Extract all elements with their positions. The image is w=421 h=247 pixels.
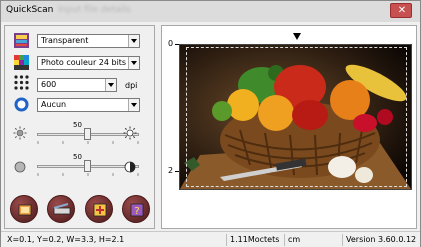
preview-scan-button[interactable] bbox=[47, 195, 75, 223]
scan-mode-icon bbox=[14, 33, 29, 48]
color-mode-icon bbox=[14, 55, 29, 70]
preview-scan-icon bbox=[53, 203, 71, 215]
close-icon: ✕ bbox=[397, 5, 407, 16]
status-size: 1.11Moctets bbox=[226, 234, 279, 246]
window-title: QuickScan bbox=[6, 5, 54, 15]
settings-icon bbox=[93, 203, 107, 217]
svg-text:?: ? bbox=[134, 206, 139, 217]
chevron-down-icon[interactable] bbox=[128, 57, 139, 69]
filter-select[interactable]: Aucun bbox=[37, 98, 140, 112]
contrast-value: 50 bbox=[73, 153, 82, 161]
scan-button-icon bbox=[18, 204, 32, 216]
dpi-select[interactable]: 600 bbox=[37, 78, 117, 92]
scan-button[interactable] bbox=[10, 195, 38, 223]
chevron-down-icon[interactable] bbox=[128, 35, 139, 47]
status-bar: X=0.1, Y=0.2, W=3.3, H=2.1 1.11Moctets c… bbox=[1, 231, 420, 247]
quickscan-window: QuickScan Input file details ✕ Transpare… bbox=[0, 0, 421, 247]
help-icon: ? bbox=[130, 203, 144, 217]
settings-button[interactable] bbox=[85, 195, 113, 223]
color-select-value: Photo couleur 24 bits bbox=[41, 58, 127, 67]
filter-icon bbox=[14, 97, 29, 112]
chevron-down-icon[interactable] bbox=[105, 79, 116, 91]
circle-empty-icon bbox=[14, 161, 26, 173]
mode-select[interactable]: Transparent bbox=[37, 34, 140, 48]
chevron-down-icon[interactable] bbox=[128, 99, 139, 111]
color-select[interactable]: Photo couleur 24 bits bbox=[37, 56, 140, 70]
sun-bright-icon bbox=[123, 126, 137, 140]
status-version: Version 3.60.0.12 bbox=[342, 234, 416, 246]
resolution-icon bbox=[14, 75, 29, 90]
close-button[interactable]: ✕ bbox=[390, 3, 412, 18]
contrast-ticks bbox=[37, 173, 139, 176]
sun-dim-icon bbox=[13, 126, 27, 140]
ruler-mark-top: 0 bbox=[168, 39, 174, 48]
contrast-slider-thumb[interactable] bbox=[84, 160, 91, 172]
mode-select-value: Transparent bbox=[41, 36, 89, 45]
dpi-select-value: 600 bbox=[41, 80, 57, 89]
filter-select-value: Aucun bbox=[41, 100, 67, 109]
brightness-slider-thumb[interactable] bbox=[84, 128, 91, 140]
selection-area[interactable] bbox=[186, 47, 407, 187]
brightness-value: 50 bbox=[73, 121, 82, 129]
contrast-icon bbox=[124, 161, 136, 173]
status-coords: X=0.1, Y=0.2, W=3.3, H=2.1 bbox=[7, 235, 125, 244]
brightness-ticks bbox=[37, 141, 139, 144]
dpi-unit-label: dpi bbox=[125, 81, 138, 90]
ruler-mark-bottom: 2 bbox=[168, 166, 174, 175]
window-subtitle-blurred: Input file details bbox=[58, 5, 131, 15]
ruler-marker-arrow-icon[interactable] bbox=[293, 33, 301, 41]
status-unit: cm bbox=[284, 234, 300, 246]
title-bar[interactable]: QuickScan Input file details ✕ bbox=[1, 1, 420, 22]
help-button[interactable]: ? bbox=[122, 195, 150, 223]
